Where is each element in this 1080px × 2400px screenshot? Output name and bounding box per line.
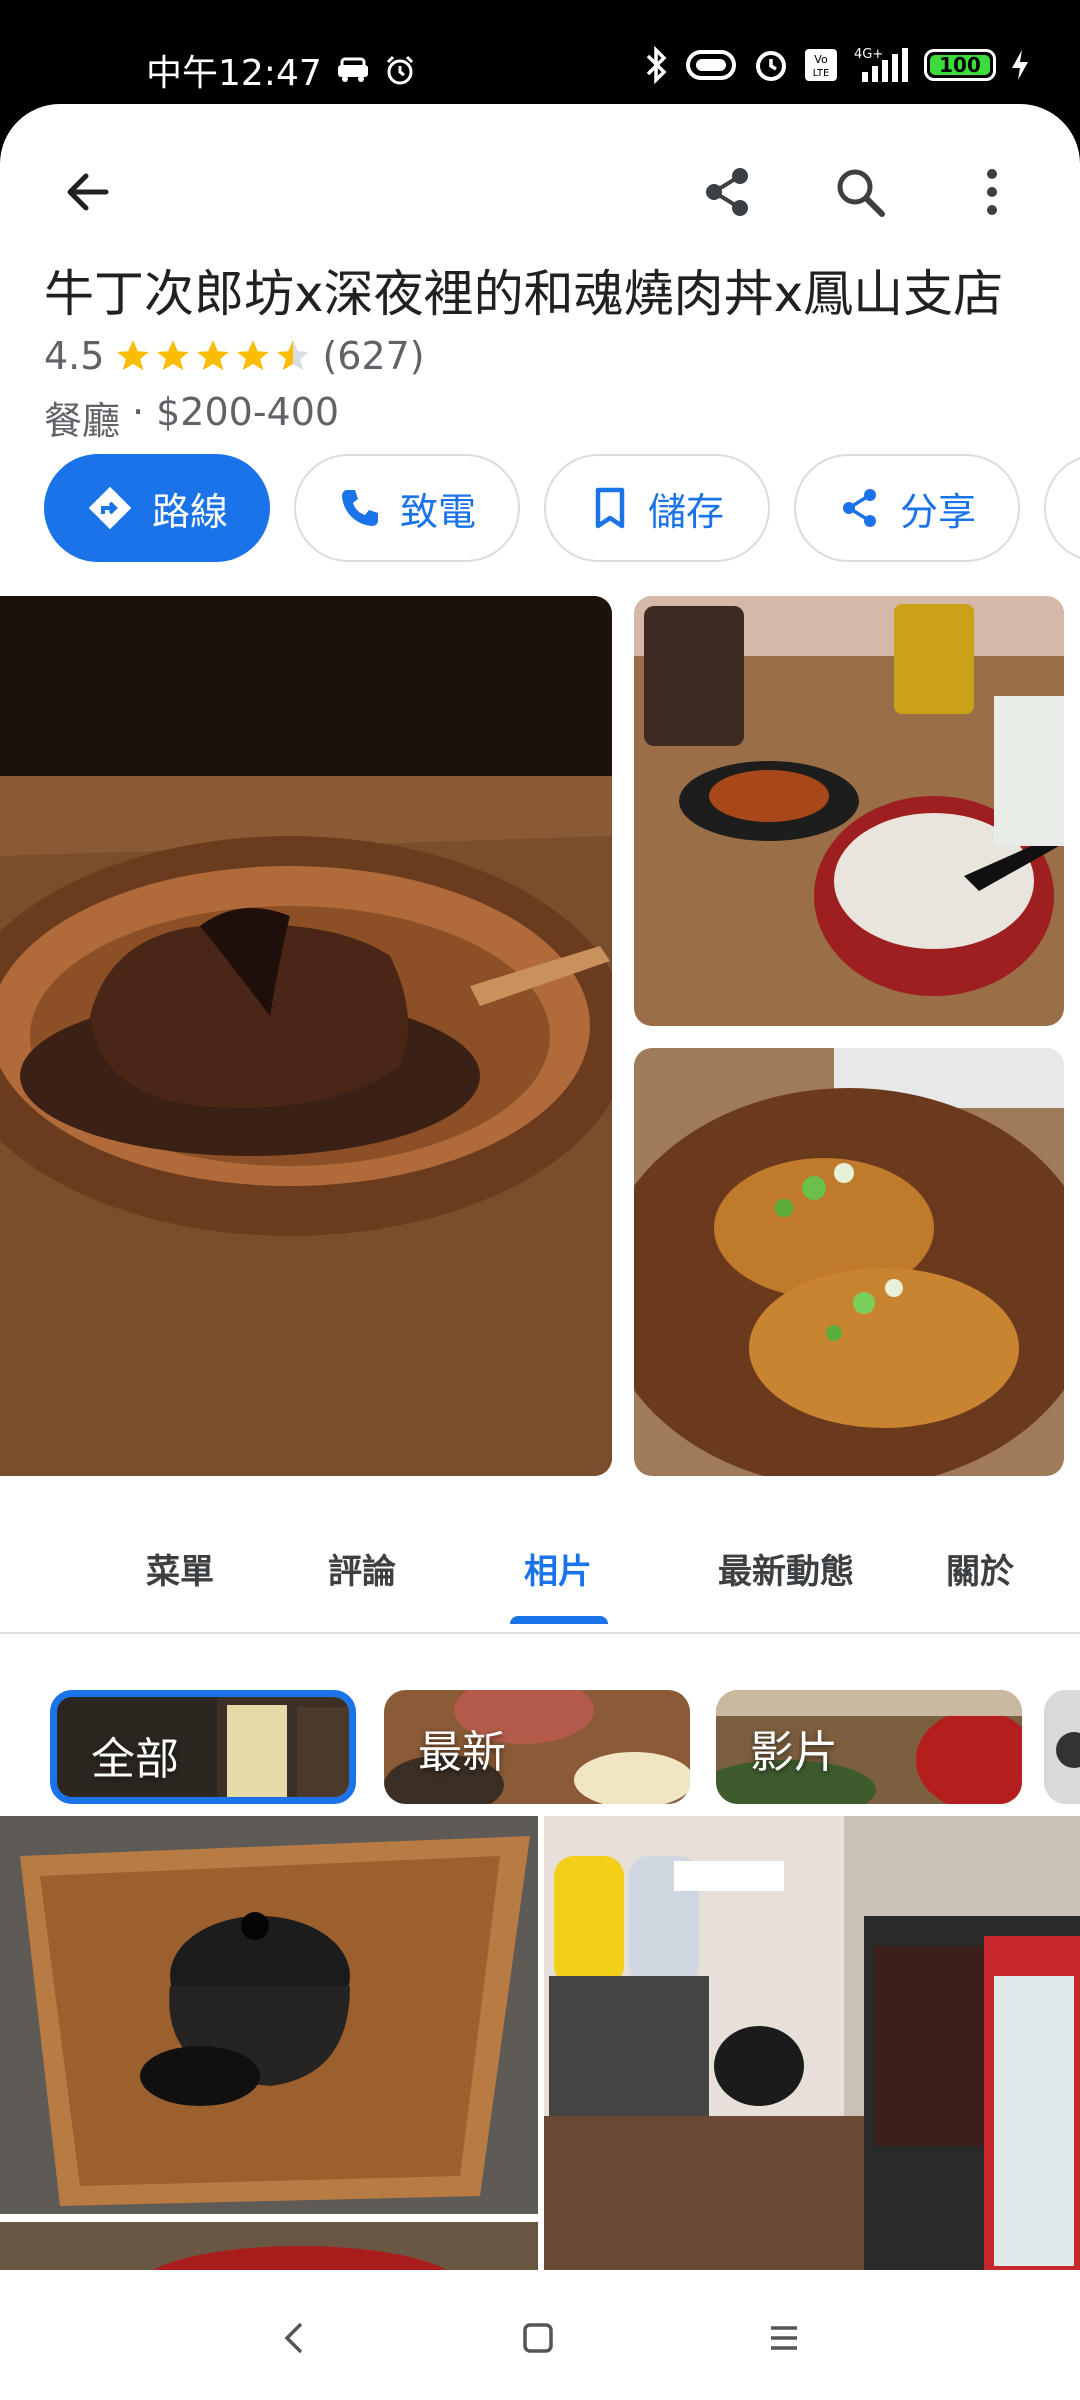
tab-photos[interactable]: 相片 xyxy=(508,1544,608,1593)
car-icon xyxy=(336,57,370,83)
status-time: 中午12:47 xyxy=(146,53,322,94)
nav-menu-button[interactable] xyxy=(760,2314,808,2362)
category-row: 餐廳 · $200-400 xyxy=(44,390,339,445)
tab-about[interactable]: 關於 xyxy=(930,1544,1030,1593)
more-actions-chip[interactable] xyxy=(1044,454,1080,562)
nav-back-icon xyxy=(284,2322,303,2354)
charging-icon xyxy=(1010,48,1030,82)
share-button[interactable]: 分享 xyxy=(794,454,1020,562)
place-title: 牛丁次郎坊x深夜裡的和魂燒肉丼x鳳山支店 xyxy=(44,265,1004,323)
directions-button[interactable]: 路線 xyxy=(44,454,270,562)
status-bar: 中午12:47 Vo LTE 4G+ 100 xyxy=(0,0,1080,104)
share-toolbar-button[interactable] xyxy=(680,144,776,240)
call-button[interactable]: 致電 xyxy=(294,454,520,562)
bookmark-icon xyxy=(595,487,625,529)
back-button[interactable] xyxy=(40,144,136,240)
star-full-icon xyxy=(157,340,190,371)
more-vert-icon xyxy=(987,169,997,215)
photo-result-drink-station[interactable] xyxy=(544,1816,1080,2270)
directions-icon xyxy=(88,486,132,530)
rating-row[interactable]: 4.5 (627) xyxy=(44,334,425,378)
photo-grid xyxy=(0,596,1080,1476)
alarm-icon xyxy=(384,54,416,86)
price-range: $200-400 xyxy=(156,390,340,434)
filter-all[interactable]: 全部 xyxy=(50,1690,356,1804)
photo-filters: 全部 最新 影片 xyxy=(0,1664,1080,1804)
photo-result-cake[interactable] xyxy=(0,1816,538,2214)
battery-level: 100 xyxy=(939,53,981,77)
photo-lava-cake[interactable] xyxy=(0,596,612,1476)
filter-videos-label: 影片 xyxy=(750,1727,838,1778)
star-full-icon xyxy=(237,340,270,371)
nav-home-button[interactable] xyxy=(514,2314,562,2362)
volte-icon: Vo LTE xyxy=(804,48,838,82)
more-options-button[interactable] xyxy=(944,144,1040,240)
photo-table-drinks[interactable] xyxy=(634,596,1064,1026)
nav-home-icon xyxy=(523,2323,553,2353)
share-icon xyxy=(706,168,748,216)
filter-latest[interactable]: 最新 xyxy=(384,1690,690,1804)
search-button[interactable] xyxy=(812,144,908,240)
save-button[interactable]: 儲存 xyxy=(544,454,770,562)
star-half-icon xyxy=(277,340,310,371)
bluetooth-icon xyxy=(644,46,670,84)
active-tab-indicator xyxy=(510,1616,608,1624)
arrow-left-icon xyxy=(67,173,109,211)
filter-videos[interactable]: 影片 xyxy=(716,1690,1022,1804)
star-rating xyxy=(114,337,312,375)
filter-latest-label: 最新 xyxy=(418,1727,506,1778)
battery-icon: 100 xyxy=(924,49,996,81)
star-full-icon xyxy=(117,340,150,371)
review-count: (627) xyxy=(322,334,425,378)
share-icon xyxy=(842,489,876,527)
filter-more[interactable] xyxy=(1044,1690,1080,1804)
photo-croquettes[interactable] xyxy=(634,1048,1064,1476)
search-icon xyxy=(837,169,885,217)
directions-label: 路線 xyxy=(151,489,228,534)
action-chips: 路線 致電 儲存 分享 xyxy=(44,454,1080,562)
system-nav-bar xyxy=(0,2270,1080,2400)
svg-text:Vo: Vo xyxy=(814,53,828,66)
tab-updates[interactable]: 最新動態 xyxy=(696,1544,876,1593)
tab-reviews[interactable]: 評論 xyxy=(312,1544,412,1593)
share-label: 分享 xyxy=(899,489,976,534)
top-app-bar xyxy=(0,104,1080,254)
nav-menu-icon xyxy=(771,2326,797,2350)
separator: · xyxy=(132,390,145,434)
svg-text:4G+: 4G+ xyxy=(854,47,883,62)
photo-result-next[interactable] xyxy=(0,2222,538,2270)
svg-text:LTE: LTE xyxy=(813,68,830,79)
tab-menu[interactable]: 菜單 xyxy=(130,1544,230,1593)
rating-value: 4.5 xyxy=(44,334,105,378)
call-label: 致電 xyxy=(399,489,476,534)
photo-results-grid xyxy=(0,1816,1080,2270)
phone-icon xyxy=(341,490,378,526)
alarm-clock-icon xyxy=(752,46,790,84)
star-full-icon xyxy=(197,340,230,371)
place-sheet: 牛丁次郎坊x深夜裡的和魂燒肉丼x鳳山支店 4.5 (627) 餐廳 · $200… xyxy=(0,104,1080,2270)
category: 餐廳 xyxy=(44,399,121,443)
vibrate-icon xyxy=(684,48,738,82)
save-label: 儲存 xyxy=(647,489,724,534)
signal-icon: 4G+ xyxy=(852,46,910,84)
filter-all-label: 全部 xyxy=(91,1734,179,1785)
nav-back-button[interactable] xyxy=(270,2314,318,2362)
